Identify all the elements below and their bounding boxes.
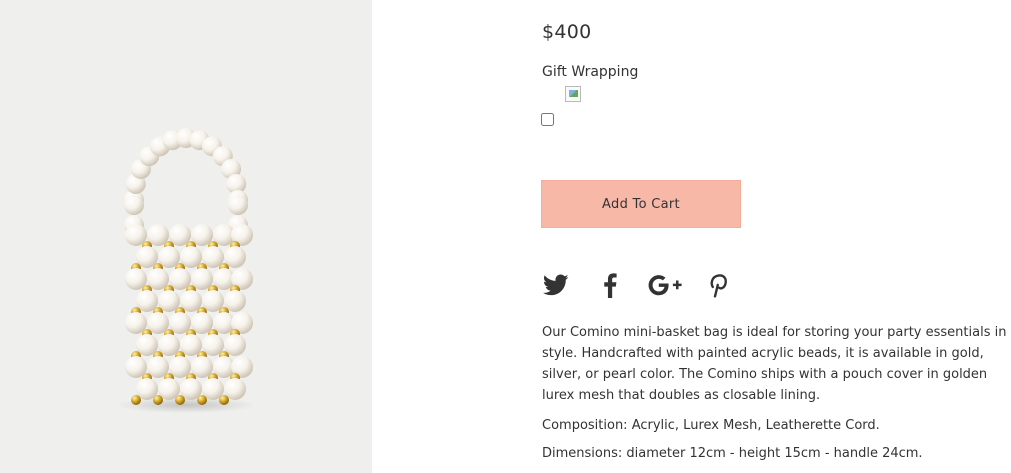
description-line: style. Handcrafted with painted acrylic …	[542, 346, 984, 361]
product-image	[0, 0, 372, 473]
product-price: $400	[542, 21, 592, 43]
handle-pearl	[124, 195, 144, 215]
gold-bead	[131, 395, 141, 405]
description-line: silver, or pearl color. The Comino ships…	[542, 367, 988, 382]
description-line: lurex mesh that doubles as closable lini…	[542, 388, 821, 403]
product-dimensions: Dimensions: diameter 12cm - height 15cm …	[542, 446, 923, 461]
pearl-bag-illustration	[116, 128, 256, 413]
add-to-cart-button[interactable]: Add To Cart	[541, 180, 741, 228]
description-line: Our Comino mini-basket bag is ideal for …	[542, 325, 1007, 340]
gold-bead	[153, 395, 163, 405]
product-description: Our Comino mini-basket bag is ideal for …	[542, 322, 1011, 406]
google-plus-icon[interactable]	[648, 272, 682, 298]
twitter-icon[interactable]	[542, 272, 570, 298]
handle-pearl	[228, 195, 248, 215]
facebook-icon[interactable]	[602, 272, 618, 298]
pinterest-icon[interactable]	[708, 272, 728, 298]
gift-wrapping-image-icon	[565, 86, 581, 102]
gold-bead	[219, 395, 229, 405]
gift-wrapping-label: Gift Wrapping	[542, 64, 639, 80]
gold-bead	[175, 395, 185, 405]
gold-bead	[197, 395, 207, 405]
product-composition: Composition: Acrylic, Lurex Mesh, Leathe…	[542, 418, 880, 433]
gift-wrapping-checkbox[interactable]	[541, 113, 554, 126]
